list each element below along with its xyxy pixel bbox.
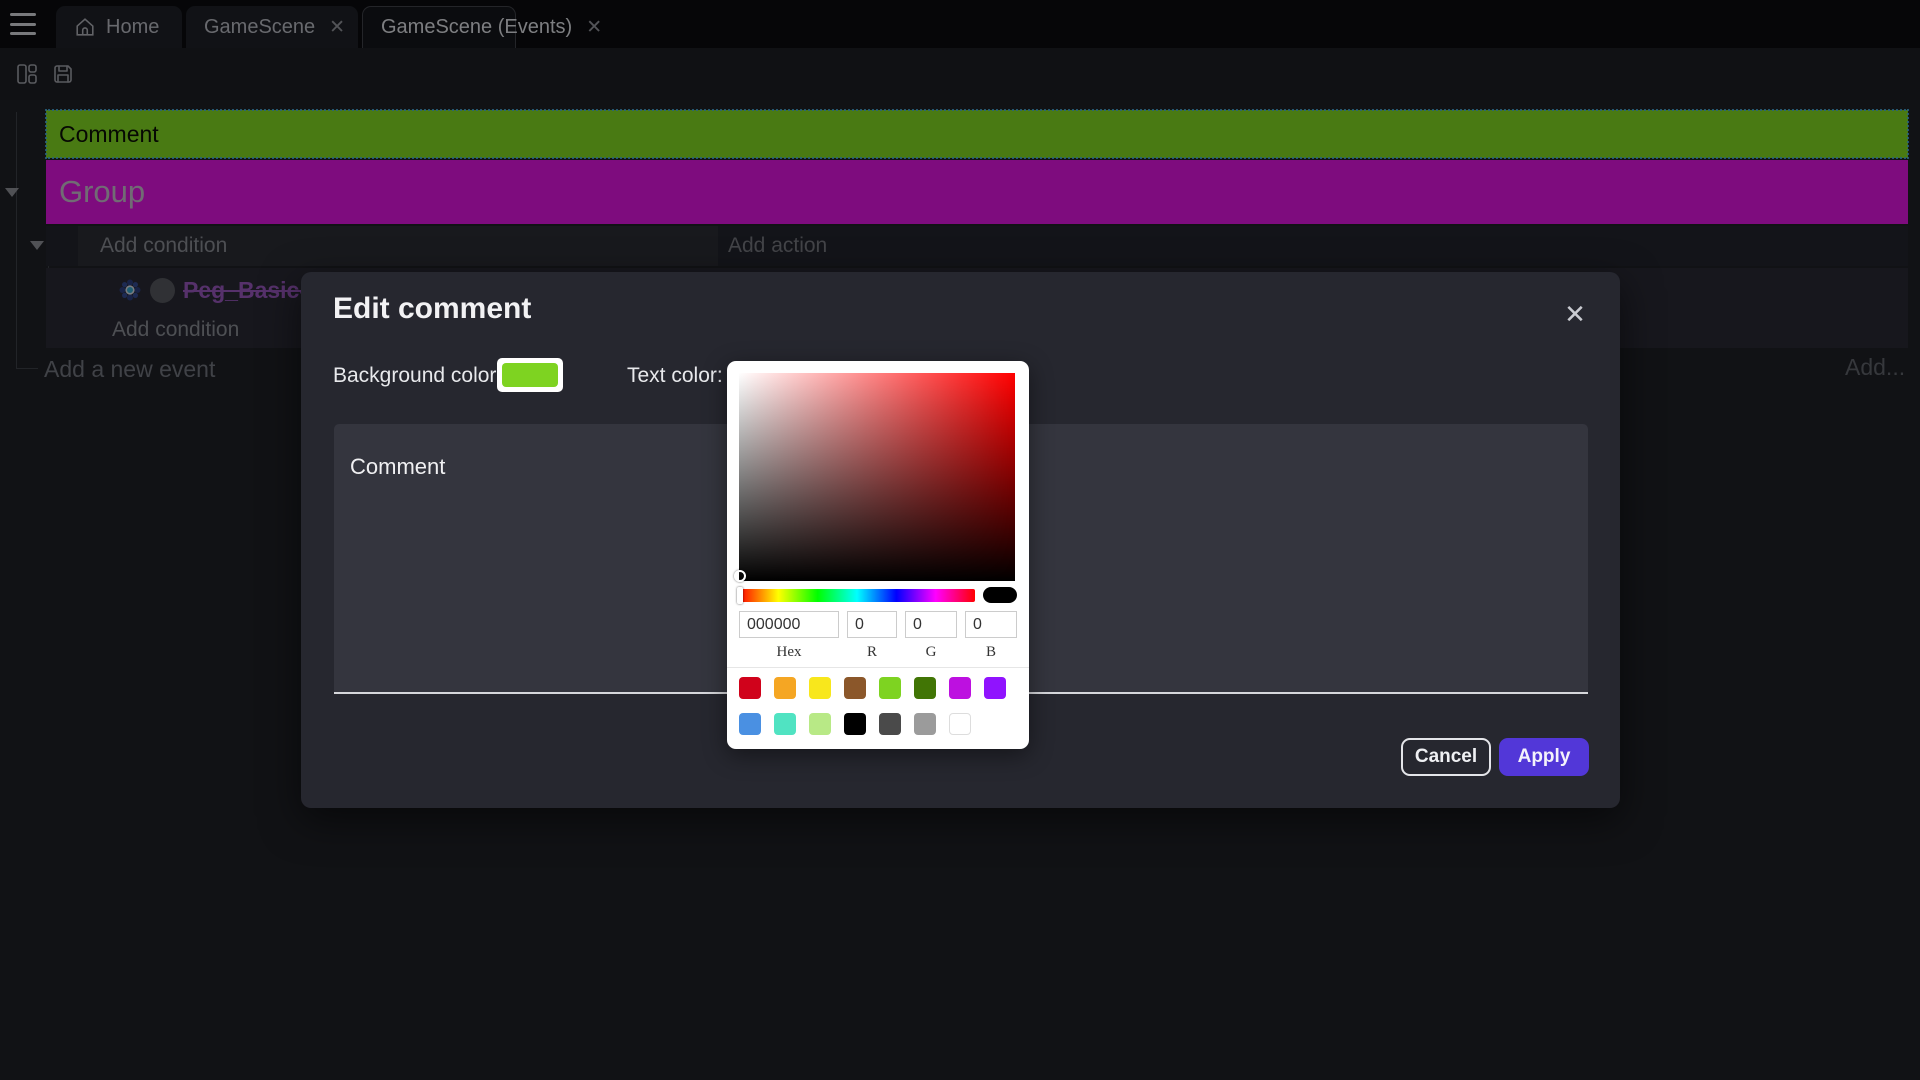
app-root: Home GameScene ✕ GameScene (Events) ✕ (0, 0, 1920, 1080)
picker-divider (727, 667, 1029, 668)
palette-swatch-green[interactable] (879, 677, 901, 699)
hue-slider[interactable] (739, 589, 975, 602)
palette-swatch-black[interactable] (844, 713, 866, 735)
palette-swatch-red[interactable] (739, 677, 761, 699)
dialog-title: Edit comment (333, 292, 531, 326)
cancel-label: Cancel (1415, 746, 1477, 768)
hex-label: Hex (739, 644, 839, 661)
cancel-button[interactable]: Cancel (1401, 738, 1491, 776)
apply-label: Apply (1518, 746, 1571, 768)
blue-input[interactable] (965, 611, 1017, 638)
background-color-swatch[interactable] (497, 358, 563, 392)
palette-swatch-brown[interactable] (844, 677, 866, 699)
close-icon: ✕ (1564, 299, 1586, 330)
hue-slider-handle[interactable] (737, 587, 743, 604)
green-label: G (905, 644, 957, 661)
comment-text: Comment (350, 454, 445, 480)
current-color-preview (983, 587, 1017, 603)
green-input[interactable] (905, 611, 957, 638)
background-color-value (502, 363, 558, 387)
background-color-label: Background color: (333, 364, 502, 388)
apply-button[interactable]: Apply (1499, 738, 1589, 776)
palette-swatch-magenta[interactable] (949, 677, 971, 699)
saturation-cursor[interactable] (734, 570, 746, 582)
palette-swatch-gray[interactable] (914, 713, 936, 735)
palette-swatch-dark-gray[interactable] (879, 713, 901, 735)
close-dialog-button[interactable]: ✕ (1559, 298, 1591, 330)
swatch-row (739, 713, 971, 735)
palette-swatch-teal[interactable] (774, 713, 796, 735)
red-input[interactable] (847, 611, 897, 638)
blue-label: B (965, 644, 1017, 661)
red-label: R (847, 644, 897, 661)
palette-swatch-light-green[interactable] (809, 713, 831, 735)
palette-swatch-white[interactable] (949, 713, 971, 735)
color-picker-popup: Hex R G B (727, 361, 1029, 749)
palette-swatch-yellow[interactable] (809, 677, 831, 699)
palette-swatch-blue[interactable] (739, 713, 761, 735)
saturation-area[interactable] (739, 373, 1015, 581)
palette-swatch-purple[interactable] (984, 677, 1006, 699)
swatch-row (739, 677, 1006, 699)
palette-swatch-orange[interactable] (774, 677, 796, 699)
text-color-label: Text color: (627, 364, 723, 388)
palette-swatch-dark-green[interactable] (914, 677, 936, 699)
hex-input[interactable] (739, 611, 839, 638)
